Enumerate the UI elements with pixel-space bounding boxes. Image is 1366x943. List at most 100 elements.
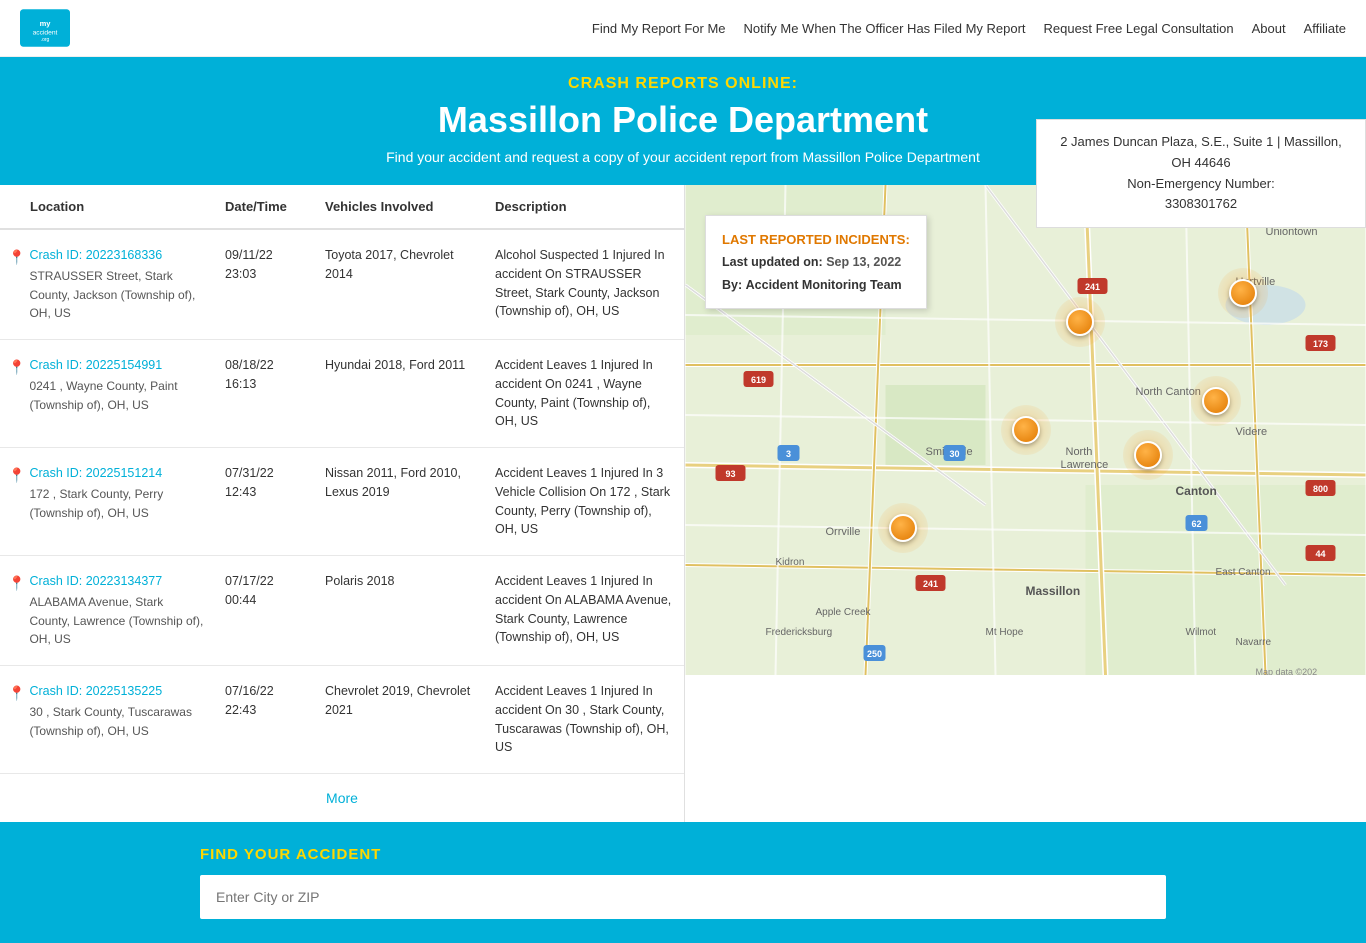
crash-id-link[interactable]: Crash ID: 20225135225	[29, 682, 205, 701]
svg-text:62: 62	[1191, 519, 1201, 529]
table-row: 📍 Crash ID: 20223168336 STRAUSSER Street…	[0, 230, 684, 340]
svg-text:241: 241	[923, 579, 938, 589]
city-zip-input[interactable]	[200, 875, 1166, 919]
logo-icon: my accident .org	[20, 8, 70, 48]
by-team: Accident Monitoring Team	[746, 278, 902, 292]
map-marker[interactable]	[1202, 387, 1230, 415]
svg-text:Mt Hope: Mt Hope	[986, 627, 1024, 638]
cell-datetime: 07/31/22 12:43	[215, 458, 315, 508]
map-marker[interactable]	[1012, 416, 1040, 444]
svg-text:Massillon: Massillon	[1026, 584, 1081, 598]
location-text: ALABAMA Avenue, Stark County, Lawrence (…	[29, 595, 203, 647]
location-text: STRAUSSER Street, Stark County, Jackson …	[29, 269, 195, 321]
svg-text:241: 241	[1085, 282, 1100, 292]
incidents-table-section: Location Date/Time Vehicles Involved Des…	[0, 185, 685, 822]
table-header: Location Date/Time Vehicles Involved Des…	[0, 185, 684, 230]
nav-legal[interactable]: Request Free Legal Consultation	[1044, 21, 1234, 36]
cell-vehicles: Toyota 2017, Chevrolet 2014	[315, 240, 485, 290]
svg-text:44: 44	[1315, 549, 1325, 559]
cell-location: 📍 Crash ID: 20225135225 30 , Stark Count…	[0, 676, 215, 746]
nav-about[interactable]: About	[1252, 21, 1286, 36]
location-text: 0241 , Wayne County, Paint (Township of)…	[29, 379, 177, 412]
svg-text:Wilmot: Wilmot	[1186, 627, 1217, 638]
location-pin-icon: 📍	[8, 573, 25, 594]
logo-area: my accident .org	[20, 8, 70, 48]
cell-vehicles: Chevrolet 2019, Chevrolet 2021	[315, 676, 485, 726]
non-emergency-label: Non-Emergency Number:	[1053, 174, 1349, 195]
svg-text:173: 173	[1313, 339, 1328, 349]
svg-text:93: 93	[725, 469, 735, 479]
map-marker[interactable]	[889, 514, 917, 542]
incident-info-box: LAST REPORTED INCIDENTS: Last updated on…	[705, 215, 927, 309]
svg-text:Navarre: Navarre	[1236, 637, 1272, 648]
svg-text:30: 30	[949, 449, 959, 459]
svg-text:Apple Creek: Apple Creek	[816, 607, 872, 618]
nav-notify[interactable]: Notify Me When The Officer Has Filed My …	[744, 21, 1026, 36]
cell-description: Accident Leaves 1 Injured In accident On…	[485, 566, 684, 653]
svg-text:250: 250	[867, 649, 882, 659]
map-marker[interactable]	[1066, 308, 1094, 336]
map-marker[interactable]	[1134, 441, 1162, 469]
col-header-vehicles: Vehicles Involved	[315, 185, 485, 228]
find-accident-section: FIND YOUR ACCIDENT	[0, 822, 1366, 943]
more-link[interactable]: More	[326, 790, 358, 806]
svg-text:Kidron: Kidron	[776, 557, 805, 568]
map-section: Creston Uniontown Hartville Smithville O…	[685, 185, 1366, 675]
nav-affiliate[interactable]: Affiliate	[1304, 21, 1346, 36]
location-text: 30 , Stark County, Tuscarawas (Township …	[29, 705, 192, 738]
crash-id-link[interactable]: Crash ID: 20225154991	[29, 356, 205, 375]
crash-id-link[interactable]: Crash ID: 20225151214	[29, 464, 205, 483]
nav-find-report[interactable]: Find My Report For Me	[592, 21, 726, 36]
crash-id-link[interactable]: Crash ID: 20223168336	[29, 246, 205, 265]
cell-location: 📍 Crash ID: 20223134377 ALABAMA Avenue, …	[0, 566, 215, 655]
svg-text:Fredericksburg: Fredericksburg	[766, 627, 833, 638]
svg-text:North: North	[1066, 446, 1093, 458]
cell-location: 📍 Crash ID: 20225154991 0241 , Wayne Cou…	[0, 350, 215, 420]
svg-text:my: my	[40, 19, 52, 28]
table-row: 📍 Crash ID: 20225154991 0241 , Wayne Cou…	[0, 340, 684, 448]
header: my accident .org Find My Report For Me N…	[0, 0, 1366, 57]
svg-text:Videre: Videre	[1236, 426, 1268, 438]
location-pin-icon: 📍	[8, 465, 25, 486]
hero-subtitle: CRASH REPORTS ONLINE:	[20, 75, 1346, 93]
table-row: 📍 Crash ID: 20225151214 172 , Stark Coun…	[0, 448, 684, 556]
cell-description: Accident Leaves 1 Injured In accident On…	[485, 350, 684, 437]
table-row: 📍 Crash ID: 20223134377 ALABAMA Avenue, …	[0, 556, 684, 666]
table-row: 📍 Crash ID: 20225135225 30 , Stark Count…	[0, 666, 684, 774]
svg-text:accident: accident	[33, 29, 58, 36]
cell-datetime: 07/17/22 00:44	[215, 566, 315, 616]
address-text: 2 James Duncan Plaza, S.E., Suite 1 | Ma…	[1053, 132, 1349, 174]
cell-vehicles: Nissan 2011, Ford 2010, Lexus 2019	[315, 458, 485, 508]
col-header-datetime: Date/Time	[215, 185, 315, 228]
svg-text:.org: .org	[41, 37, 50, 43]
location-pin-icon: 📍	[8, 357, 25, 378]
svg-text:800: 800	[1313, 484, 1328, 494]
cell-description: Alcohol Suspected 1 Injured In accident …	[485, 240, 684, 327]
hero-banner: 2 James Duncan Plaza, S.E., Suite 1 | Ma…	[0, 57, 1366, 185]
by-label: By:	[722, 278, 742, 292]
more-link-container: More	[0, 774, 684, 822]
cell-datetime: 08/18/22 16:13	[215, 350, 315, 400]
cell-datetime: 07/16/22 22:43	[215, 676, 315, 726]
cell-location: 📍 Crash ID: 20225151214 172 , Stark Coun…	[0, 458, 215, 528]
svg-text:Canton: Canton	[1176, 484, 1217, 498]
svg-text:3: 3	[786, 449, 791, 459]
cell-vehicles: Hyundai 2018, Ford 2011	[315, 350, 485, 381]
cell-vehicles: Polaris 2018	[315, 566, 485, 597]
cell-description: Accident Leaves 1 Injured In 3 Vehicle C…	[485, 458, 684, 545]
svg-text:East Canton: East Canton	[1216, 567, 1271, 578]
col-header-location: Location	[0, 185, 215, 228]
table-body: 📍 Crash ID: 20223168336 STRAUSSER Street…	[0, 230, 684, 774]
incident-title: LAST REPORTED INCIDENTS:	[722, 228, 910, 251]
updated-label: Last updated on:	[722, 255, 823, 269]
updated-date: Sep 13, 2022	[826, 255, 901, 269]
svg-text:619: 619	[751, 375, 766, 385]
map-marker[interactable]	[1229, 279, 1257, 307]
main-content: Location Date/Time Vehicles Involved Des…	[0, 185, 1366, 822]
crash-id-link[interactable]: Crash ID: 20223134377	[29, 572, 205, 591]
cell-description: Accident Leaves 1 Injured In accident On…	[485, 676, 684, 763]
address-card: 2 James Duncan Plaza, S.E., Suite 1 | Ma…	[1036, 119, 1366, 228]
find-title: FIND YOUR ACCIDENT	[200, 846, 1166, 863]
location-pin-icon: 📍	[8, 247, 25, 268]
location-pin-icon: 📍	[8, 683, 25, 704]
